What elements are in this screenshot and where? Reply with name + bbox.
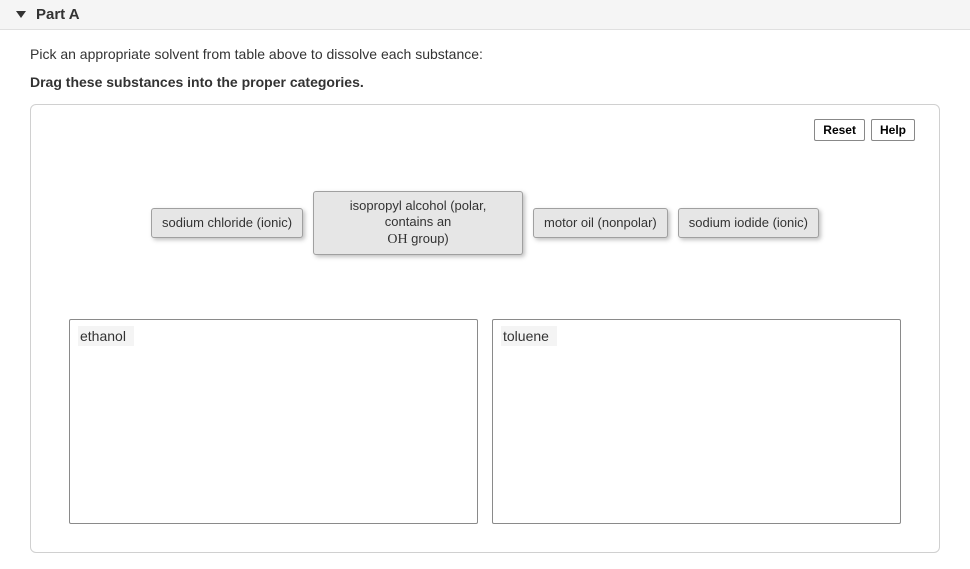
drop-target-toluene[interactable]: toluene (492, 319, 901, 524)
drop-target-ethanol[interactable]: ethanol (69, 319, 478, 524)
draggable-sodium-iodide[interactable]: sodium iodide (ionic) (678, 208, 819, 238)
prompt-text: Pick an appropriate solvent from table a… (30, 46, 940, 62)
drop-targets-row: ethanol toluene (55, 319, 915, 524)
panel-toolbar: Reset Help (55, 119, 915, 141)
drop-target-label-toluene: toluene (501, 326, 557, 346)
chip-text-chem: OH (387, 232, 407, 247)
chip-text-pre: isopropyl alcohol (polar, contains an (350, 198, 487, 229)
draggable-items-row: sodium chloride (ionic) isopropyl alcoho… (55, 191, 915, 255)
draggable-motor-oil[interactable]: motor oil (nonpolar) (533, 208, 668, 238)
instruction-text: Drag these substances into the proper ca… (30, 74, 940, 90)
draggable-sodium-chloride[interactable]: sodium chloride (ionic) (151, 208, 303, 238)
part-title: Part A (36, 6, 80, 23)
part-header[interactable]: Part A (0, 0, 970, 30)
content-area: Pick an appropriate solvent from table a… (0, 30, 970, 569)
chevron-down-icon (16, 11, 26, 18)
reset-button[interactable]: Reset (814, 119, 865, 141)
draggable-isopropyl-alcohol[interactable]: isopropyl alcohol (polar, contains an OH… (313, 191, 523, 255)
drop-target-label-ethanol: ethanol (78, 326, 134, 346)
activity-panel: Reset Help sodium chloride (ionic) isopr… (30, 104, 940, 553)
chip-text-post: group) (408, 231, 449, 246)
help-button[interactable]: Help (871, 119, 915, 141)
